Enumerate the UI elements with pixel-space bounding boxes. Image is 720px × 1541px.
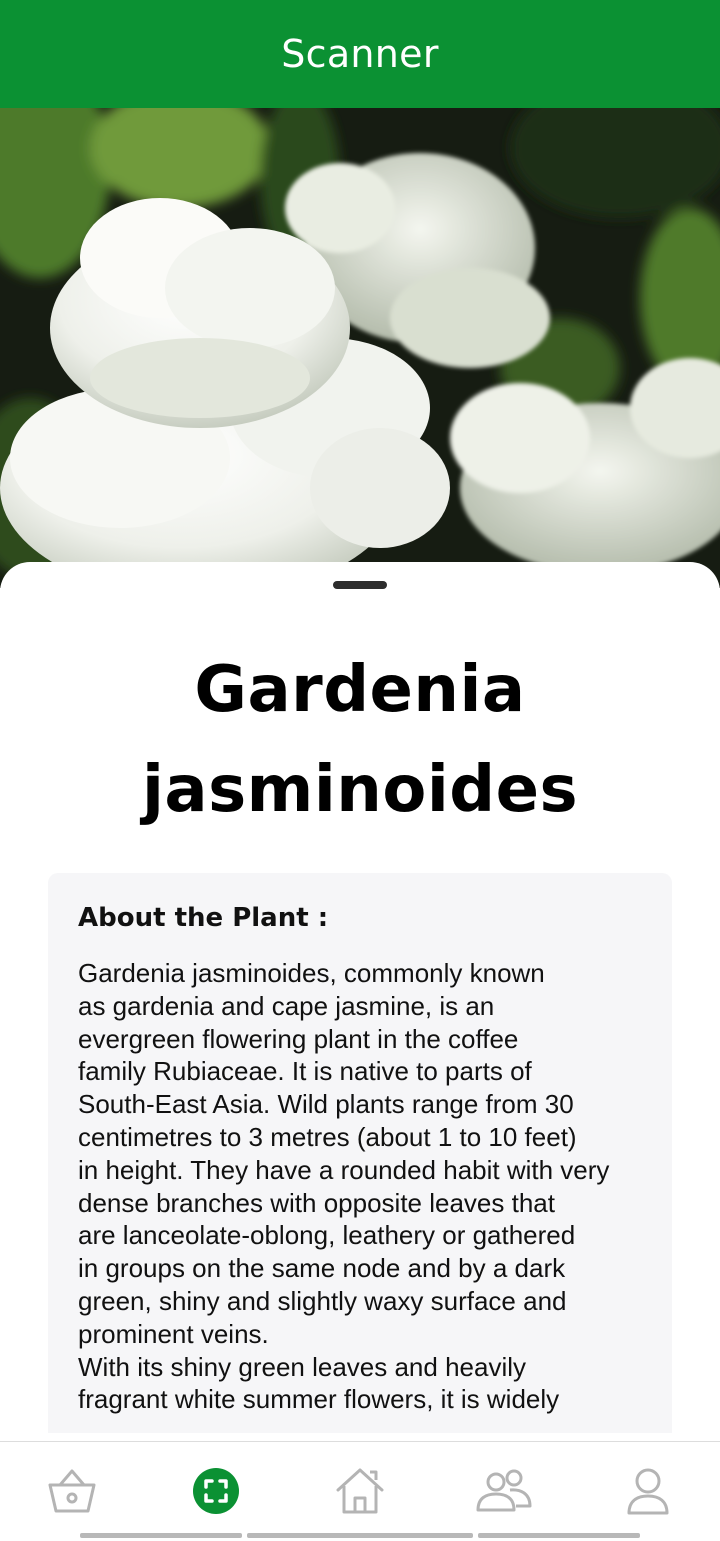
about-line: fragrant white summer flowers, it is wid…: [78, 1384, 560, 1415]
about-heading: About the Plant :: [78, 903, 329, 933]
profile-icon: [627, 1468, 669, 1515]
plant-name-line2: jasminoides: [141, 753, 579, 827]
nav-scanner-button[interactable]: [176, 1462, 256, 1520]
about-line: centimetres to 3 metres (about 1 to 10 f…: [78, 1121, 577, 1152]
basket-icon: [48, 1469, 96, 1513]
about-line: evergreen flowering plant in the coffee: [78, 1023, 519, 1054]
about-line: as gardenia and cape jasmine, is an: [78, 990, 495, 1021]
about-line: dense branches with opposite leaves that: [78, 1187, 555, 1218]
about-line: green, shiny and slightly waxy surface a…: [78, 1285, 567, 1316]
nav-indicator-segment: [80, 1533, 242, 1538]
about-text: Gardenia jasminoides, commonly known as …: [78, 957, 663, 1416]
nav-indicator-segment: [478, 1533, 640, 1538]
header-title: Scanner: [281, 32, 439, 76]
details-sheet: Gardenia jasminoides About the Plant : G…: [0, 562, 720, 1442]
drag-handle[interactable]: [333, 581, 387, 589]
bottom-navigation: [0, 1441, 720, 1541]
nav-home-button[interactable]: [320, 1462, 400, 1520]
plant-photo: [0, 108, 720, 588]
app-header: Scanner: [0, 0, 720, 108]
about-line: are lanceolate-oblong, leathery or gathe…: [78, 1220, 576, 1251]
nav-community-button[interactable]: [464, 1462, 544, 1520]
about-line: South-East Asia. Wild plants range from …: [78, 1089, 574, 1120]
community-icon: [476, 1469, 532, 1512]
scan-icon: [193, 1468, 239, 1514]
about-line: Gardenia jasminoides, commonly known: [78, 958, 545, 988]
nav-profile-button[interactable]: [608, 1462, 688, 1520]
about-line: in height. They have a rounded habit wit…: [78, 1154, 610, 1185]
nav-indicator-segment: [247, 1533, 473, 1538]
about-line: With its shiny green leaves and heavily: [78, 1351, 527, 1382]
plant-name: Gardenia jasminoides: [40, 640, 680, 840]
home-icon: [336, 1468, 384, 1514]
about-line: family Rubiaceae. It is native to parts …: [78, 1056, 532, 1087]
about-line: in groups on the same node and by a dark: [78, 1253, 566, 1284]
nav-shop-button[interactable]: [32, 1462, 112, 1520]
about-line: prominent veins.: [78, 1318, 269, 1349]
plant-name-line1: Gardenia: [194, 653, 526, 727]
about-card: About the Plant : Gardenia jasminoides, …: [48, 873, 672, 1433]
